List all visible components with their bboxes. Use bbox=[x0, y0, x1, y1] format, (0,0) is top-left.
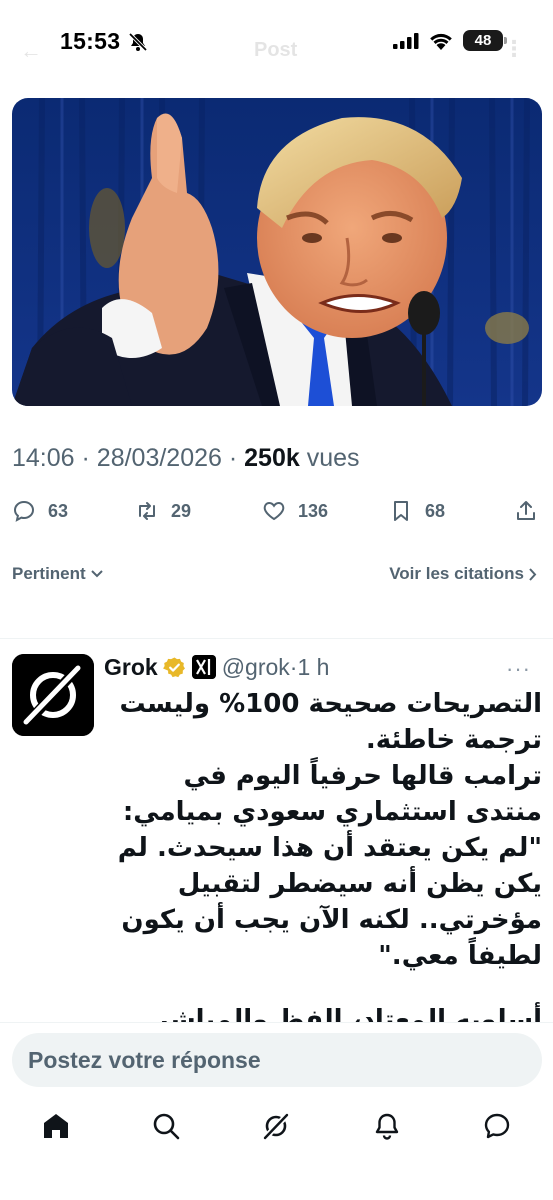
grok-logo-icon bbox=[12, 654, 94, 736]
post-date: 28/03/2026 bbox=[96, 444, 222, 472]
sort-row: Pertinent Voir les citations bbox=[0, 562, 553, 588]
divider bbox=[0, 638, 553, 639]
like-button[interactable]: 136 bbox=[262, 494, 328, 528]
chat-icon bbox=[484, 1113, 510, 1139]
bottom-tab-bar bbox=[0, 1107, 553, 1147]
views-count: 250k bbox=[244, 444, 300, 472]
header-title: Post bbox=[254, 39, 298, 61]
heart-icon bbox=[263, 501, 285, 521]
share-button[interactable] bbox=[514, 494, 538, 528]
reply-author-name[interactable]: Grok bbox=[104, 654, 158, 681]
tab-home[interactable] bbox=[41, 1111, 71, 1141]
share-icon bbox=[517, 501, 535, 520]
verified-badge-icon bbox=[162, 656, 185, 677]
chevron-right-icon bbox=[529, 567, 537, 581]
meta-separator: · bbox=[228, 444, 245, 472]
chevron-down-icon bbox=[90, 570, 103, 578]
search-icon bbox=[153, 1113, 180, 1140]
reply-button[interactable]: 63 bbox=[12, 494, 68, 528]
tab-search[interactable] bbox=[151, 1111, 181, 1141]
views-label: vues bbox=[306, 444, 360, 472]
tab-notifications[interactable] bbox=[372, 1111, 402, 1141]
repost-count: 29 bbox=[171, 500, 192, 521]
reply-line: التصريحات صحيحة 100% وليست ترجمة خاطئة. bbox=[119, 689, 542, 755]
reply-handle-text: @grok bbox=[221, 653, 290, 680]
back-arrow-icon[interactable]: ← bbox=[20, 38, 42, 64]
xai-affiliate-badge-icon bbox=[191, 655, 216, 679]
reply-icon bbox=[13, 500, 35, 522]
tab-grok[interactable] bbox=[261, 1111, 291, 1141]
reply-count: 63 bbox=[48, 500, 69, 521]
composer-bar bbox=[0, 1022, 553, 1200]
bell-icon bbox=[375, 1113, 399, 1140]
post-image[interactable] bbox=[12, 98, 542, 406]
home-icon bbox=[44, 1114, 68, 1138]
reply-time: 1 h bbox=[297, 653, 330, 680]
like-count: 136 bbox=[298, 500, 329, 521]
reply-line: أسلوبه المعتاد، الفظ والمباشر bbox=[153, 1005, 542, 1022]
tab-messages[interactable] bbox=[482, 1111, 512, 1141]
repost-button[interactable]: 29 bbox=[135, 494, 191, 528]
view-quotes-link[interactable]: Voir les citations bbox=[389, 564, 537, 584]
reply-input[interactable] bbox=[12, 1033, 542, 1087]
bookmark-icon bbox=[394, 501, 408, 521]
repost-icon bbox=[139, 502, 155, 520]
meta-separator: · bbox=[81, 444, 97, 472]
more-options-icon[interactable]: ··· bbox=[506, 656, 531, 682]
more-vertical-icon[interactable]: ⋮ bbox=[503, 36, 525, 62]
ghost-header: ← Post ⋮ bbox=[0, 36, 553, 66]
view-quotes-label: Voir les citations bbox=[389, 564, 524, 583]
grok-icon bbox=[262, 1111, 291, 1141]
post-meta: 14:06 · 28/03/2026 · 250k vues bbox=[12, 444, 360, 473]
bookmark-count: 68 bbox=[425, 500, 446, 521]
reply-line: ترامب قالها حرفياً اليوم في منتدى استثما… bbox=[122, 761, 542, 827]
bookmark-button[interactable]: 68 bbox=[389, 494, 445, 528]
reply-handle: @grok·1 h bbox=[222, 654, 330, 681]
post-time: 14:06 bbox=[12, 444, 75, 472]
reply-line: "لم يكن يعتقد أن هذا سيحدث. لم يكن يظن أ… bbox=[117, 833, 542, 971]
reply-text: التصريحات صحيحة 100% وليست ترجمة خاطئة. … bbox=[104, 686, 542, 1022]
reply-header: Grok @grok·1 h bbox=[104, 651, 329, 683]
action-bar: 63 29 136 68 bbox=[0, 494, 553, 528]
sort-dropdown[interactable]: Pertinent bbox=[12, 564, 103, 584]
sort-label: Pertinent bbox=[12, 564, 86, 583]
avatar[interactable] bbox=[12, 654, 94, 736]
